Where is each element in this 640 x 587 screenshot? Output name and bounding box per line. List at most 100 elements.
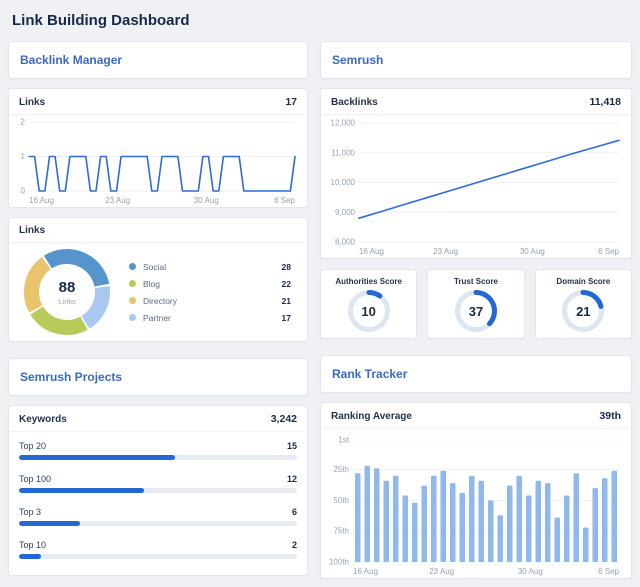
svg-text:6 Sep: 6 Sep	[598, 567, 619, 576]
keyword-label: Top 20	[19, 441, 46, 451]
svg-text:50th: 50th	[333, 496, 349, 505]
progress-track	[19, 554, 297, 559]
section-backlink-manager-title: Backlink Manager	[20, 53, 122, 67]
section-semrush: Semrush	[320, 41, 632, 79]
backlinks-title: Backlinks	[331, 97, 378, 108]
section-semrush-projects-title: Semrush Projects	[20, 370, 122, 384]
trust-score-gauge: 37	[454, 289, 498, 333]
score-gauges-row: Authorities Score 10 Trust Score 37 Doma…	[320, 269, 632, 339]
backlinks-value: 11,418	[589, 96, 621, 108]
backlinks-card: Backlinks 11,418 12,000 11,000 10,000 9,000…	[320, 88, 632, 259]
svg-text:30 Aug: 30 Aug	[518, 567, 543, 576]
ranking-bar-chart: 1st25th50th75th100th16 Aug23 Aug30 Aug6 …	[327, 432, 623, 576]
links-breakdown-header: Links	[9, 218, 307, 243]
legend-label: Blog	[143, 279, 160, 289]
progress-fill	[19, 488, 144, 493]
authorities-score-card: Authorities Score 10	[320, 269, 417, 339]
svg-text:16 Aug: 16 Aug	[29, 196, 54, 205]
svg-text:12,000: 12,000	[331, 119, 356, 128]
legend-item-partner: Partner 17	[129, 309, 291, 326]
page-title: Link Building Dashboard	[8, 8, 632, 41]
legend-value: 21	[282, 296, 291, 306]
svg-text:0: 0	[21, 187, 26, 196]
keyword-label: Top 100	[19, 474, 51, 484]
svg-text:23 Aug: 23 Aug	[105, 196, 130, 205]
legend-item-social: Social 28	[129, 258, 291, 275]
dashboard-grid: Backlink Manager Links 17 21016 Aug23 Au…	[8, 41, 632, 579]
svg-text:75th: 75th	[333, 527, 349, 536]
right-column: Semrush Backlinks 11,418 12,000 11,000 10,…	[320, 41, 632, 579]
legend-dot-social-icon	[129, 263, 136, 270]
svg-text:8,000: 8,000	[335, 238, 356, 247]
legend-value: 22	[282, 279, 291, 289]
keywords-card: Keywords 3,242 Top 20 15 Top 100	[8, 405, 308, 576]
links-donut-chart: 88 Links	[23, 248, 111, 336]
svg-text:1st: 1st	[338, 436, 349, 445]
keywords-title: Keywords	[19, 414, 67, 425]
svg-text:1: 1	[21, 152, 26, 161]
keyword-label: Top 10	[19, 540, 46, 550]
authorities-score-value: 10	[347, 289, 391, 333]
svg-text:30 Aug: 30 Aug	[520, 247, 545, 256]
keyword-value: 2	[292, 540, 297, 550]
links-trend-value: 17	[285, 96, 297, 108]
ranking-average-card: Ranking Average 39th 1st25th50th75th100t…	[320, 402, 632, 579]
legend-dot-directory-icon	[129, 297, 136, 304]
svg-text:9,000: 9,000	[335, 208, 356, 217]
legend-label: Directory	[143, 296, 177, 306]
svg-text:11,000: 11,000	[331, 148, 355, 157]
section-rank-tracker-title: Rank Tracker	[332, 367, 407, 381]
svg-text:23 Aug: 23 Aug	[429, 567, 454, 576]
section-semrush-projects: Semrush Projects	[8, 358, 308, 396]
legend-value: 17	[282, 313, 291, 323]
legend-item-directory: Directory 21	[129, 292, 291, 309]
keywords-total: 3,242	[271, 413, 297, 425]
section-backlink-manager: Backlink Manager	[8, 41, 308, 79]
legend-label: Social	[143, 262, 166, 272]
keyword-value: 15	[287, 441, 297, 451]
svg-text:16 Aug: 16 Aug	[353, 567, 378, 576]
keyword-row-top3: Top 3 6	[19, 507, 297, 526]
svg-text:6 Sep: 6 Sep	[274, 196, 295, 205]
keyword-row-top100: Top 100 12	[19, 474, 297, 493]
donut-legend: Social 28 Blog 22 Directory 21	[129, 258, 295, 326]
ranking-average-header: Ranking Average 39th	[321, 403, 631, 429]
trust-score-value: 37	[454, 289, 498, 333]
authorities-score-gauge: 10	[347, 289, 391, 333]
authorities-score-title: Authorities Score	[335, 277, 402, 286]
keyword-label: Top 3	[19, 507, 41, 517]
ranking-average-title: Ranking Average	[331, 411, 412, 422]
section-rank-tracker: Rank Tracker	[320, 355, 632, 393]
section-semrush-title: Semrush	[332, 53, 383, 67]
dashboard-page: Link Building Dashboard Backlink Manager…	[0, 0, 640, 587]
trust-score-card: Trust Score 37	[427, 269, 524, 339]
legend-dot-partner-icon	[129, 314, 136, 321]
domain-score-card: Domain Score 21	[535, 269, 632, 339]
legend-dot-blog-icon	[129, 280, 136, 287]
progress-fill	[19, 554, 41, 559]
svg-text:25th: 25th	[333, 465, 349, 474]
progress-fill	[19, 521, 80, 526]
keyword-row-top20: Top 20 15	[19, 441, 297, 460]
left-column: Backlink Manager Links 17 21016 Aug23 Au…	[8, 41, 308, 576]
keyword-row-top10: Top 10 2	[19, 540, 297, 559]
svg-text:30 Aug: 30 Aug	[194, 196, 219, 205]
links-breakdown-card: Links 88 Links Social 28	[8, 217, 308, 342]
keywords-header: Keywords 3,242	[9, 406, 307, 432]
progress-track	[19, 455, 297, 460]
progress-track	[19, 521, 297, 526]
ranking-average-value: 39th	[599, 410, 621, 422]
progress-fill	[19, 455, 175, 460]
legend-label: Partner	[143, 313, 171, 323]
links-donut-wrap: 88 Links Social 28 Blog 22	[9, 243, 307, 341]
links-trend-card: Links 17 21016 Aug23 Aug30 Aug6 Sep	[8, 88, 308, 208]
svg-text:6 Sep: 6 Sep	[598, 247, 619, 256]
backlinks-line-chart: 12,00011,00010,0009,0008,00016 Aug23 Aug…	[327, 118, 623, 256]
keywords-body: Top 20 15 Top 100 12 T	[9, 432, 307, 575]
domain-score-title: Domain Score	[556, 277, 610, 286]
links-trend-title: Links	[19, 97, 45, 108]
domain-score-value: 21	[561, 289, 605, 333]
svg-text:10,000: 10,000	[331, 178, 356, 187]
svg-text:16 Aug: 16 Aug	[359, 247, 384, 256]
progress-track	[19, 488, 297, 493]
